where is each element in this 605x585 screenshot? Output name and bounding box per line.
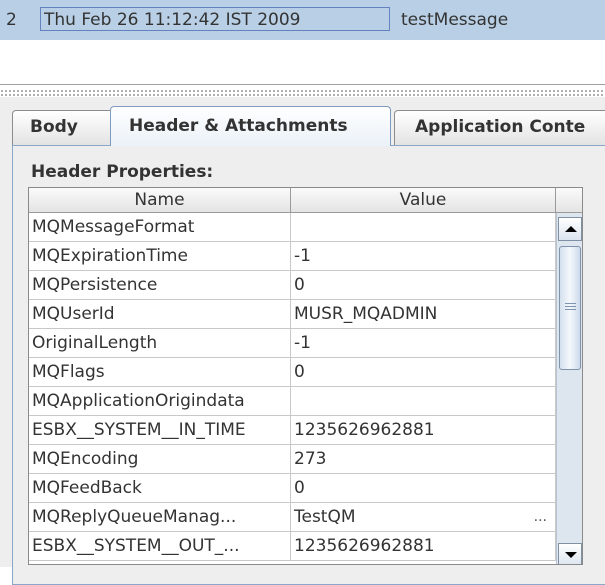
table-row[interactable]: MQFeedBack 0 bbox=[29, 474, 556, 503]
table-row[interactable]: MQPersistence 0 bbox=[29, 271, 556, 300]
cell-value[interactable]: MUSR_MQADMIN bbox=[291, 300, 556, 329]
table-row[interactable]: MQUserId MUSR_MQADMIN bbox=[29, 300, 556, 329]
table-row[interactable]: MQMessageFormat bbox=[29, 213, 556, 242]
table-row[interactable]: MQExpirationTime -1 bbox=[29, 242, 556, 271]
cell-name: MQEncoding bbox=[29, 445, 291, 474]
message-list-row-selected[interactable]: 2 Thu Feb 26 11:12:42 IST 2009 testMessa… bbox=[0, 0, 605, 40]
message-text: testMessage bbox=[401, 10, 509, 30]
cell-name: MQFlags bbox=[29, 358, 291, 387]
triangle-down-icon bbox=[565, 552, 577, 558]
cell-name: MQApplicationOrigindata bbox=[29, 387, 291, 416]
cell-name: ESBX__SYSTEM__IN_TIME bbox=[29, 416, 291, 445]
message-date-cell[interactable]: Thu Feb 26 11:12:42 IST 2009 bbox=[40, 7, 390, 31]
cell-name: MQPersistence bbox=[29, 271, 291, 300]
table-row[interactable]: MQReplyQueueManag... TestQM ... bbox=[29, 503, 556, 532]
table-header: Name Value bbox=[29, 188, 582, 213]
cell-value[interactable]: 273 bbox=[291, 445, 556, 474]
cell-value[interactable]: 1235626962881 bbox=[291, 532, 556, 561]
column-header-name[interactable]: Name bbox=[29, 188, 291, 213]
cell-value[interactable] bbox=[291, 387, 556, 416]
cell-name: MQUserId bbox=[29, 300, 291, 329]
cell-name: MQExpirationTime bbox=[29, 242, 291, 271]
cell-value[interactable]: 0 bbox=[291, 474, 556, 503]
cell-value[interactable]: TestQM ... bbox=[291, 503, 556, 532]
header-corner bbox=[556, 188, 582, 213]
cell-name: OriginalLength bbox=[29, 329, 291, 358]
cell-name: ESBX__SYSTEM__OUT_... bbox=[29, 532, 291, 561]
section-title: Header Properties: bbox=[31, 162, 214, 182]
divider bbox=[0, 84, 605, 85]
cell-value[interactable]: 1235626962881 bbox=[291, 416, 556, 445]
message-number: 2 bbox=[6, 10, 17, 30]
split-pane-handle[interactable] bbox=[0, 89, 605, 97]
table-row[interactable]: MQApplicationOrigindata bbox=[29, 387, 556, 416]
table-row[interactable]: MQFlags 0 bbox=[29, 358, 556, 387]
cell-value[interactable]: 0 bbox=[291, 271, 556, 300]
edit-ellipsis-button[interactable]: ... bbox=[534, 503, 547, 531]
table-row[interactable]: MQEncoding 273 bbox=[29, 445, 556, 474]
cell-value[interactable] bbox=[291, 213, 556, 242]
cell-name: MQReplyQueueManag... bbox=[29, 503, 291, 532]
cell-value[interactable]: 0 bbox=[291, 358, 556, 387]
scroll-down-button[interactable] bbox=[558, 543, 582, 564]
column-header-value[interactable]: Value bbox=[291, 188, 556, 213]
table-row[interactable]: ESBX__SYSTEM__OUT_... 1235626962881 bbox=[29, 532, 556, 561]
cell-value[interactable]: -1 bbox=[291, 242, 556, 271]
triangle-up-icon bbox=[565, 226, 577, 232]
table-row[interactable]: ESBX__SYSTEM__IN_TIME 1235626962881 bbox=[29, 416, 556, 445]
vertical-scrollbar[interactable] bbox=[556, 213, 582, 564]
header-properties-table: Name Value MQMessageFormat MQExpirationT… bbox=[28, 187, 583, 565]
cell-value-text: TestQM bbox=[294, 507, 356, 527]
tab-body[interactable]: Body bbox=[12, 110, 117, 145]
scroll-up-button[interactable] bbox=[558, 217, 582, 241]
cell-name: MQMessageFormat bbox=[29, 213, 291, 242]
tab-application-context[interactable]: Application Conte bbox=[394, 110, 605, 145]
tab-header-attachments[interactable]: Header & Attachments bbox=[110, 106, 391, 146]
cell-value[interactable]: -1 bbox=[291, 329, 556, 358]
cell-name: MQFeedBack bbox=[29, 474, 291, 503]
table-row[interactable]: OriginalLength -1 bbox=[29, 329, 556, 358]
scroll-thumb[interactable] bbox=[559, 246, 581, 370]
table-body: MQMessageFormat MQExpirationTime -1 MQPe… bbox=[29, 213, 556, 561]
